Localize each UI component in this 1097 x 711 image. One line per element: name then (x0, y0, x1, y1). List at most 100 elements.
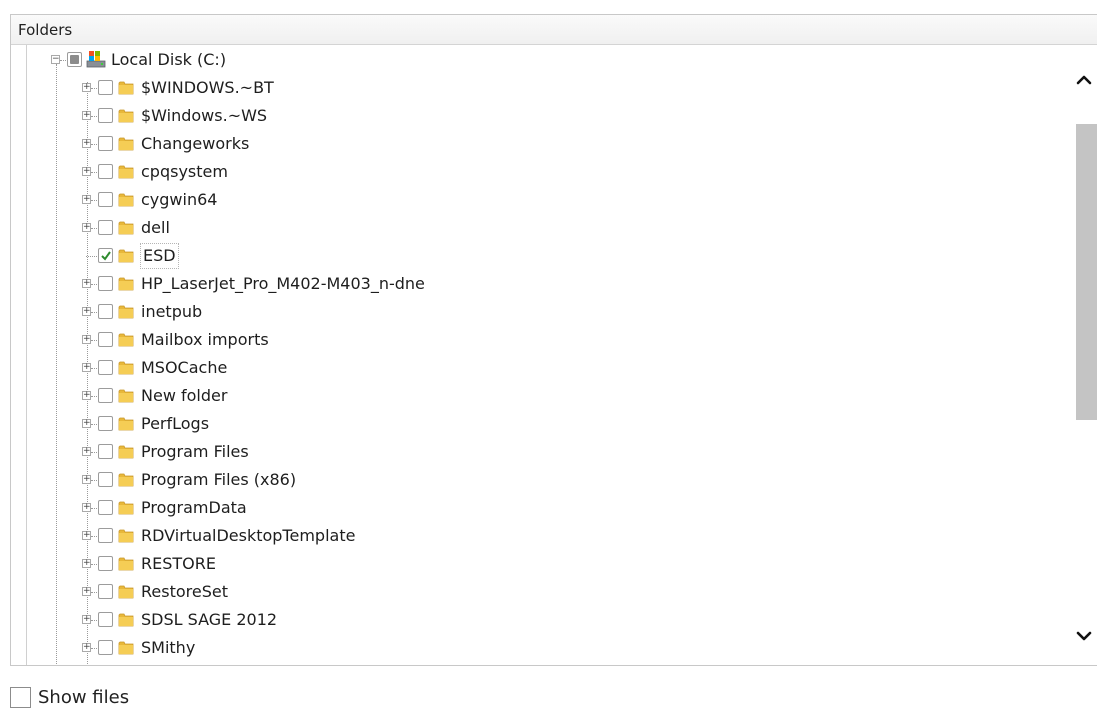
chevron-down-icon[interactable] (1073, 625, 1095, 647)
chevron-up-icon[interactable] (1073, 69, 1095, 91)
expand-icon[interactable]: + (82, 363, 91, 372)
folder-label[interactable]: Mailbox imports (141, 326, 269, 354)
folder-label[interactable]: MSOCache (141, 354, 227, 382)
folder-checkbox[interactable] (98, 500, 113, 515)
tree-row[interactable]: + RESTORE (11, 550, 1051, 578)
folder-tree[interactable]: − Local Disk (C:) + $WINDOWS.~BT + $Windows.~… (11, 45, 1097, 665)
expand-icon[interactable]: + (82, 531, 91, 540)
expand-icon[interactable]: + (82, 83, 91, 92)
expand-icon[interactable]: + (82, 447, 91, 456)
folder-label[interactable]: RestoreSet (141, 578, 228, 606)
expand-icon[interactable]: + (82, 475, 91, 484)
expand-icon[interactable]: + (82, 419, 91, 428)
folder-icon (118, 80, 134, 95)
folder-label[interactable]: $Windows.~WS (141, 102, 267, 130)
expand-icon[interactable]: + (82, 643, 91, 652)
drive-checkbox[interactable] (67, 52, 82, 67)
folder-label[interactable]: Program Files (x86) (141, 466, 296, 494)
tree-row[interactable]: + Changeworks (11, 130, 1051, 158)
folder-checkbox[interactable] (98, 472, 113, 487)
tree-row[interactable]: ESD (11, 242, 1051, 270)
tree-row[interactable]: + MSOCache (11, 354, 1051, 382)
tree-row[interactable]: + Program Files (x86) (11, 466, 1051, 494)
folder-label[interactable]: New folder (141, 382, 227, 410)
expand-icon[interactable]: + (82, 167, 91, 176)
folder-checkbox[interactable] (98, 304, 113, 319)
tree-connector (91, 172, 97, 173)
tree-row-drive[interactable]: − Local Disk (C:) (11, 46, 1051, 74)
folder-checkbox[interactable] (98, 108, 113, 123)
show-files-checkbox[interactable] (10, 687, 31, 708)
folder-checkbox[interactable] (98, 528, 113, 543)
folder-checkbox[interactable] (98, 444, 113, 459)
expand-icon[interactable]: + (82, 335, 91, 344)
folder-label[interactable]: $WINDOWS.~BT (141, 74, 274, 102)
folder-label[interactable]: cpqsystem (141, 158, 228, 186)
folder-label[interactable]: PerfLogs (141, 410, 209, 438)
tree-row[interactable]: + New folder (11, 382, 1051, 410)
folder-label[interactable]: ProgramData (141, 494, 247, 522)
tree-row[interactable]: + PerfLogs (11, 410, 1051, 438)
tree-connector (91, 340, 97, 341)
tree-row[interactable]: + SDSL SAGE 2012 (11, 606, 1051, 634)
folder-checkbox[interactable] (98, 192, 113, 207)
expand-icon[interactable]: + (82, 195, 91, 204)
tree-row[interactable]: + dell (11, 214, 1051, 242)
folder-label[interactable]: RDVirtualDesktopTemplate (141, 522, 355, 550)
folder-checkbox[interactable] (98, 388, 113, 403)
folder-label[interactable]: inetpub (141, 298, 202, 326)
folder-label[interactable]: Program Files (141, 438, 249, 466)
folder-checkbox[interactable] (98, 416, 113, 431)
folder-checkbox[interactable] (98, 164, 113, 179)
folder-checkbox[interactable] (98, 276, 113, 291)
folder-label[interactable]: cygwin64 (141, 186, 217, 214)
folder-checkbox[interactable] (98, 220, 113, 235)
folder-label[interactable]: RESTORE (141, 550, 216, 578)
tree-row[interactable]: + $Windows.~WS (11, 102, 1051, 130)
folder-checkbox-checked[interactable] (98, 248, 113, 263)
folder-icon (118, 136, 134, 151)
collapse-icon[interactable]: − (51, 55, 60, 64)
expand-icon[interactable]: + (82, 139, 91, 148)
tree-row[interactable]: + RestoreSet (11, 578, 1051, 606)
scrollbar-thumb[interactable] (1076, 124, 1097, 420)
tree-row[interactable]: + HP_LaserJet_Pro_M402-M403_n-dne (11, 270, 1051, 298)
tree-row[interactable]: + Program Files (11, 438, 1051, 466)
folder-checkbox[interactable] (98, 612, 113, 627)
expand-icon[interactable]: + (82, 503, 91, 512)
folder-icon (118, 332, 134, 347)
tree-row[interactable]: + ProgramData (11, 494, 1051, 522)
folder-label[interactable]: SMithy (141, 634, 195, 662)
expand-icon[interactable]: + (82, 111, 91, 120)
expand-icon[interactable]: + (82, 307, 91, 316)
folder-label[interactable]: HP_LaserJet_Pro_M402-M403_n-dne (141, 270, 425, 298)
folder-label[interactable]: Changeworks (141, 130, 249, 158)
tree-row[interactable]: + cygwin64 (11, 186, 1051, 214)
tree-row[interactable]: + RDVirtualDesktopTemplate (11, 522, 1051, 550)
folder-label[interactable]: ESD (140, 243, 179, 269)
tree-row[interactable]: + cpqsystem (11, 158, 1051, 186)
expand-icon[interactable]: + (82, 559, 91, 568)
expand-icon[interactable]: + (82, 391, 91, 400)
folder-checkbox[interactable] (98, 332, 113, 347)
tree-row[interactable]: + Mailbox imports (11, 326, 1051, 354)
expand-icon[interactable]: + (82, 587, 91, 596)
folder-label[interactable]: dell (141, 214, 170, 242)
tree-row[interactable]: + SMithy (11, 634, 1051, 662)
folder-checkbox[interactable] (98, 556, 113, 571)
folder-checkbox[interactable] (98, 584, 113, 599)
expand-icon[interactable]: + (82, 223, 91, 232)
drive-label[interactable]: Local Disk (C:) (111, 46, 226, 74)
expand-icon[interactable]: + (82, 615, 91, 624)
folder-label[interactable]: SDSL SAGE 2012 (141, 606, 277, 634)
vertical-scrollbar[interactable] (1071, 45, 1097, 665)
folder-checkbox[interactable] (98, 80, 113, 95)
expand-icon[interactable]: + (82, 279, 91, 288)
tree-connector (91, 116, 97, 117)
folder-checkbox[interactable] (98, 640, 113, 655)
folder-icon (118, 248, 134, 263)
folder-checkbox[interactable] (98, 136, 113, 151)
tree-row[interactable]: + inetpub (11, 298, 1051, 326)
tree-row[interactable]: + $WINDOWS.~BT (11, 74, 1051, 102)
folder-checkbox[interactable] (98, 360, 113, 375)
